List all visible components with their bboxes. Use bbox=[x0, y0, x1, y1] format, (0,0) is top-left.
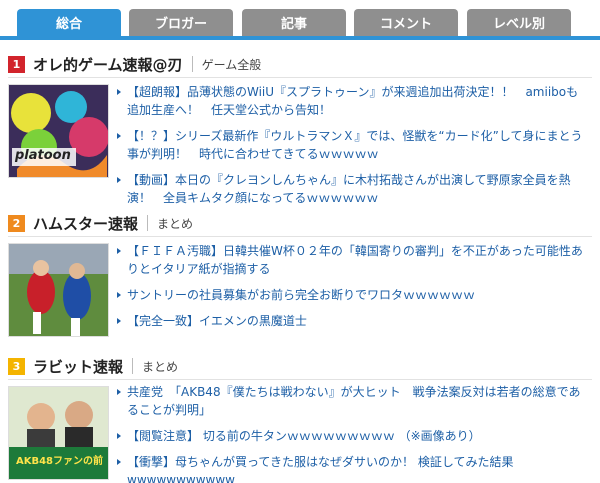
blog-category: まとめ bbox=[157, 216, 194, 231]
rank-badge: 3 bbox=[8, 357, 25, 375]
ranking-section-2: 2 ハムスター速報 まとめ 【ＦＩＦＡ汚職】日韓共催W杯０２年の「韓国寄りの審判… bbox=[0, 203, 600, 348]
rank-badge: 2 bbox=[8, 214, 25, 232]
article-thumbnail[interactable]: AKB48ファンの前 bbox=[8, 386, 109, 480]
section-header: 3 ラビット速報 まとめ bbox=[8, 355, 178, 377]
divider bbox=[191, 56, 193, 72]
article-thumbnail[interactable]: platoon bbox=[8, 84, 109, 178]
soccer-thumbnail-image bbox=[9, 244, 108, 336]
article-list: 【ＦＩＦＡ汚職】日韓共催W杯０２年の「韓国寄りの審判」を不正があった可能性ありと… bbox=[117, 242, 587, 338]
article-link[interactable]: 【動画】本日の『クレヨンしんちゃん』に木村拓哉さんが出演して野原家全員を熱演！ … bbox=[117, 171, 587, 207]
header-rule bbox=[8, 379, 592, 380]
blog-title[interactable]: ハムスター速報 bbox=[33, 213, 138, 234]
rank-badge: 1 bbox=[8, 55, 25, 73]
thumbnail-logo-text: platoon bbox=[15, 148, 71, 163]
article-link[interactable]: 【超朗報】品薄状態のWiiU『スプラトゥーン』が来週追加出荷決定！！ amiib… bbox=[117, 83, 587, 119]
header-rule bbox=[8, 236, 592, 237]
header-rule bbox=[8, 77, 592, 78]
tab-overall[interactable]: 総合 bbox=[17, 9, 121, 36]
section-header: 1 オレ的ゲーム速報@刃 ゲーム全般 bbox=[8, 53, 261, 75]
article-thumbnail[interactable] bbox=[8, 243, 109, 337]
ranking-section-1: 1 オレ的ゲーム速報@刃 ゲーム全般 platoon 【超朗報】品薄状態のWii… bbox=[0, 44, 600, 205]
blog-category: ゲーム全般 bbox=[201, 57, 262, 72]
section-header: 2 ハムスター速報 まとめ bbox=[8, 212, 193, 234]
thumbnail-caption: AKB48ファンの前 bbox=[15, 456, 104, 467]
article-list: 【超朗報】品薄状態のWiiU『スプラトゥーン』が来週追加出荷決定！！ amiib… bbox=[117, 83, 587, 215]
divider bbox=[132, 358, 134, 374]
divider bbox=[147, 215, 149, 231]
blog-title[interactable]: オレ的ゲーム速報@刃 bbox=[33, 54, 183, 75]
splatoon-thumbnail-image bbox=[9, 85, 108, 177]
article-link[interactable]: 【衝撃】母ちゃんが買ってきた服はなぜダサいのか！ 検証してみた結果wwwwwww… bbox=[117, 453, 587, 483]
tab-comments[interactable]: コメント bbox=[354, 9, 458, 36]
article-link[interactable]: 【！？】シリーズ最新作『ウルトラマンＸ』では、怪獣を“カード化”して身にまとう事… bbox=[117, 127, 587, 163]
tab-blogger[interactable]: ブロガー bbox=[129, 9, 233, 36]
tab-by-level[interactable]: レベル別 bbox=[467, 9, 571, 36]
article-link[interactable]: 共産党 「AKB48『僕たちは戦わない』が大ヒット 戦争法案反対は若者の総意であ… bbox=[117, 383, 587, 419]
ranking-section-3: 3 ラビット速報 まとめ AKB48ファンの前 共産党 「AKB48『僕たちは戦… bbox=[0, 346, 600, 483]
blog-title[interactable]: ラビット速報 bbox=[33, 356, 123, 377]
tab-underline bbox=[0, 36, 600, 40]
blog-category: まとめ bbox=[142, 359, 179, 374]
article-link[interactable]: 【閲覧注意】 切る前の牛タンｗｗｗｗｗｗｗｗｗ （※画像あり） bbox=[117, 427, 587, 445]
tab-bar: 総合 ブロガー 記事 コメント レベル別 bbox=[0, 0, 600, 45]
article-link[interactable]: 【ＦＩＦＡ汚職】日韓共催W杯０２年の「韓国寄りの審判」を不正があった可能性ありと… bbox=[117, 242, 587, 278]
tab-articles[interactable]: 記事 bbox=[242, 9, 346, 36]
article-list: 共産党 「AKB48『僕たちは戦わない』が大ヒット 戦争法案反対は若者の総意であ… bbox=[117, 383, 587, 483]
article-link[interactable]: サントリーの社員募集がお前ら完全お断りでワロタｗｗｗｗｗｗ bbox=[117, 286, 587, 304]
article-link[interactable]: 【完全一致】イエメンの黒魔道士 bbox=[117, 312, 587, 330]
